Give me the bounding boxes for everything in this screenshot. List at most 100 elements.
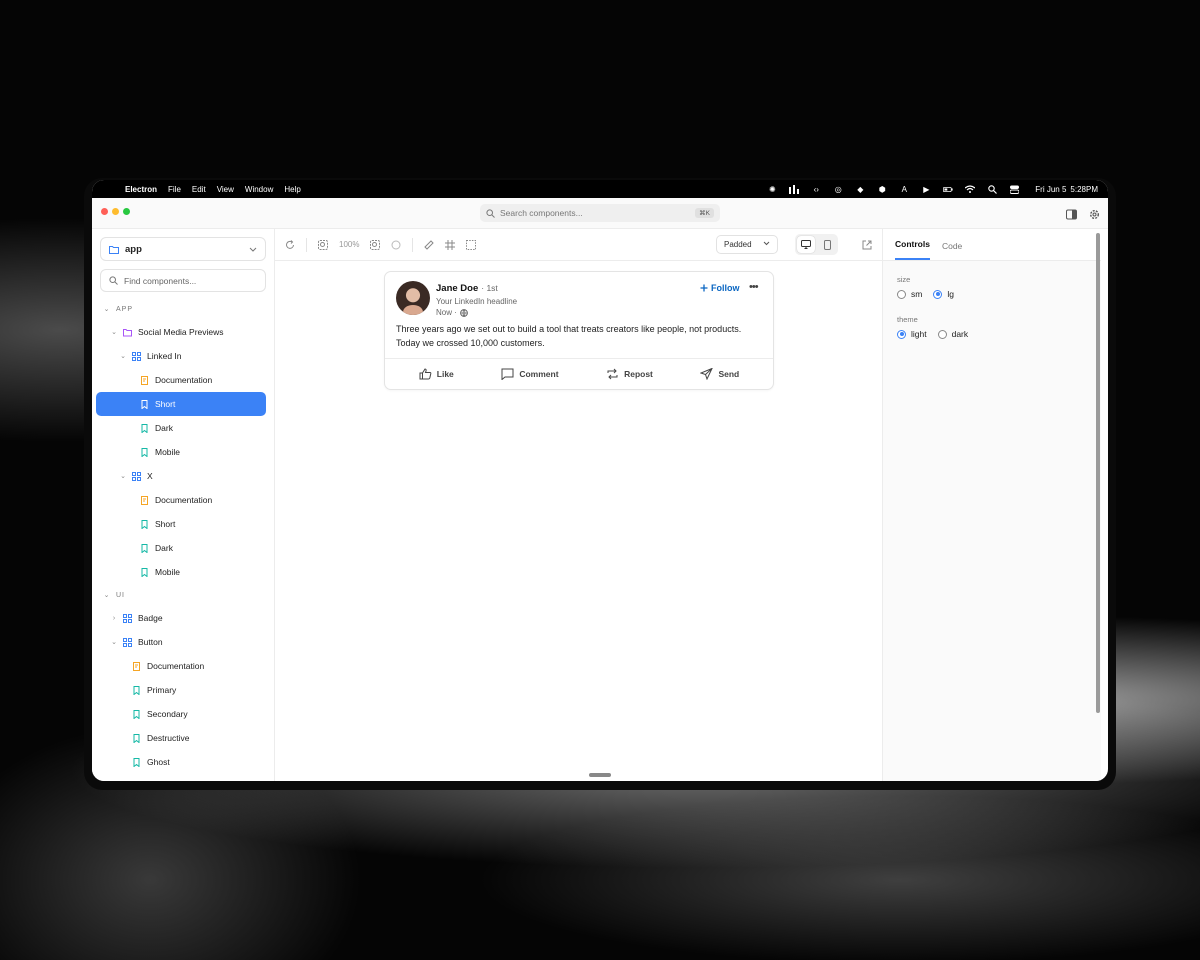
tree-story-mobile[interactable]: Mobile [96,560,266,584]
menu-app-name[interactable]: Electron [125,185,157,194]
bookmark-icon [132,733,141,743]
bookmark-icon [140,543,149,553]
bookmark-icon [132,709,141,719]
titlebar: Search components... ⌘K [92,198,1108,229]
menu-window[interactable]: Window [245,185,273,194]
outline-icon[interactable] [466,239,477,250]
radio-lg[interactable] [933,289,943,299]
play-icon[interactable]: ▶ [921,185,931,194]
reload-icon[interactable] [285,239,295,250]
more-options-icon[interactable]: ••• [749,281,759,293]
tree-story-destructive[interactable]: Destructive [96,726,266,750]
apple-icon[interactable] [102,184,111,194]
radio-light[interactable] [897,329,906,339]
tree-story-primary[interactable]: Primary [96,678,266,702]
tab-controls[interactable]: Controls [895,239,930,260]
find-components-input[interactable]: Find components... [100,269,266,292]
tree-folder-social-media-previews[interactable]: ⌄ Social Media Previews [96,320,266,344]
sun-icon[interactable]: ✺ [767,185,777,194]
maximize-window-button[interactable] [123,208,130,215]
control-center-icon[interactable] [1009,185,1019,194]
chart-icon[interactable] [789,184,800,194]
box-icon[interactable]: ⬢ [877,185,887,194]
layout-select[interactable]: Padded [716,235,778,254]
tree-component-badge[interactable]: › Badge [96,606,266,630]
radio-dark[interactable] [937,329,947,339]
toggle-panel-icon[interactable] [1066,207,1077,220]
linkedin-post-card: Jane Doe · 1st Your LinkedIn headline No… [384,271,774,390]
repost-button[interactable]: Repost [606,368,653,380]
close-window-button[interactable] [101,208,108,215]
theme-option-dark[interactable]: dark [937,329,968,339]
zoom-out-icon[interactable] [318,239,328,250]
theme-option-light[interactable]: light [897,329,927,339]
desktop-viewport-button[interactable] [797,236,815,253]
project-picker[interactable]: app [100,237,266,261]
tree-label: X [147,471,153,481]
tree-label: Primary [147,685,177,695]
wifi-icon[interactable] [965,185,976,194]
tree-doc-documentation[interactable]: Documentation [96,368,266,392]
mobile-viewport-button[interactable] [818,236,836,253]
avatar[interactable] [396,281,430,315]
send-icon [700,368,714,380]
reset-zoom-icon[interactable] [391,240,401,250]
size-option-sm[interactable]: sm [897,289,922,299]
open-external-icon[interactable] [862,240,872,250]
tab-code[interactable]: Code [942,241,962,260]
tree-story-secondary[interactable]: Secondary [96,702,266,726]
refresh-tray-icon[interactable]: ◎ [833,185,843,194]
elephant-icon[interactable]: ◆ [855,185,865,194]
text-a-icon[interactable]: A [899,185,909,194]
tree-label: Ghost [147,757,170,767]
zoom-level[interactable]: 100% [339,240,359,249]
tree-doc-documentation[interactable]: Documentation [96,488,266,512]
menu-view[interactable]: View [217,185,234,194]
tree-story-mobile[interactable]: Mobile [96,440,266,464]
tree-story-ghost[interactable]: Ghost [96,750,266,774]
gear-icon[interactable] [1089,207,1100,219]
tree-doc-documentation[interactable]: Documentation [96,654,266,678]
send-button[interactable]: Send [700,368,739,380]
panel-tabs: Controls Code [883,229,1101,261]
like-button[interactable]: Like [419,368,454,380]
clock-time: 5:28PM [1070,184,1098,194]
tree-component-x[interactable]: ⌄ X [96,464,266,488]
menu-file[interactable]: File [168,185,181,194]
tree-story-short[interactable]: Short [96,392,266,416]
post-time: Now · [436,308,468,317]
resize-handle[interactable] [589,773,611,777]
search-components-input[interactable]: Search components... ⌘K [480,204,720,222]
tree-story-dark[interactable]: Dark [96,536,266,560]
comment-button[interactable]: Comment [501,368,559,380]
tree-section-ui[interactable]: ⌄ UI [96,584,266,606]
minimize-window-button[interactable] [112,208,119,215]
tree-story-short[interactable]: Short [96,512,266,536]
author-name[interactable]: Jane Doe [436,283,478,294]
tree-label: Short [155,399,176,409]
component-grid-icon [132,471,141,481]
canvas-area: 100% Padded Jane Doe · 1st Your LinkedIn… [275,229,883,781]
search-icon [109,276,118,285]
tree-section-app[interactable]: ⌄ APP [96,298,266,320]
battery-icon[interactable] [943,185,953,194]
follow-button[interactable]: Follow [700,283,740,293]
code-icon[interactable]: ‹› [811,185,821,194]
macos-menubar: Electron File Edit View Window Help ✺ ‹›… [92,180,1108,198]
grid-icon[interactable] [445,239,456,250]
clock-day: Fri Jun 5 [1035,184,1067,194]
size-option-lg[interactable]: lg [933,289,954,299]
chevron-down-icon: ⌄ [120,473,126,480]
menu-help[interactable]: Help [284,185,300,194]
zoom-in-icon[interactable] [370,239,381,250]
tree-component-linked-in[interactable]: ⌄ Linked In [96,344,266,368]
tree-component-button[interactable]: ⌄ Button [96,630,266,654]
spotlight-icon[interactable] [987,184,997,194]
tree-story-dark[interactable]: Dark [96,416,266,440]
tree-label: Documentation [147,661,205,671]
measure-icon[interactable] [424,239,435,250]
scrollbar[interactable] [1096,233,1100,713]
menubar-clock[interactable]: Fri Jun 5 5:28PM [1031,185,1098,194]
radio-sm[interactable] [897,289,906,299]
menu-edit[interactable]: Edit [192,185,206,194]
